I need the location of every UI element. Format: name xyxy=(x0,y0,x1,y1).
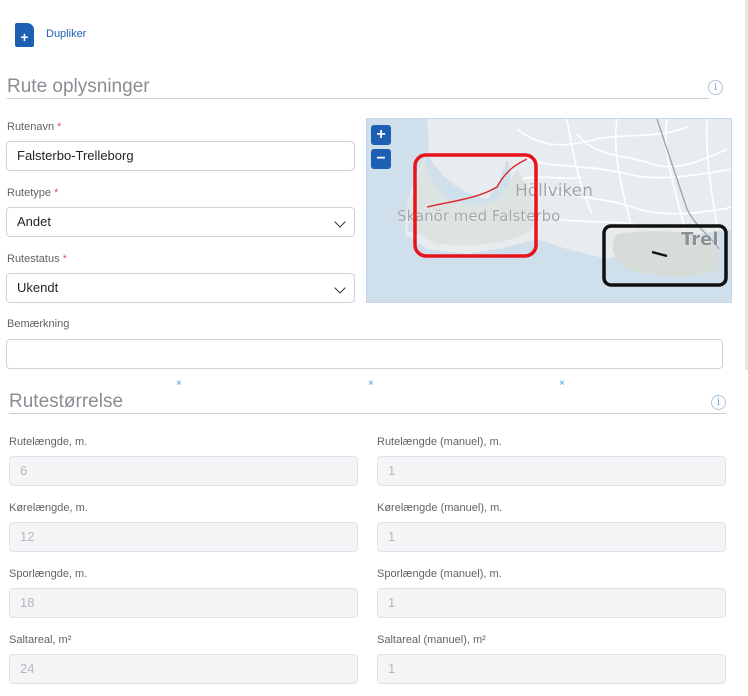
place-label-hollviken: Höllviken xyxy=(515,181,593,201)
track-length-field: 18 xyxy=(9,588,358,618)
close-icon[interactable]: × xyxy=(176,378,182,389)
place-label-trelleborg: Trel xyxy=(681,229,719,250)
info-icon[interactable]: i xyxy=(711,395,726,410)
track-length-manual-field: 1 xyxy=(377,588,726,618)
drive-length-manual-field: 1 xyxy=(377,522,726,552)
chevron-down-icon xyxy=(334,216,346,228)
salt-area-manual-label: Saltareal (manuel), m² xyxy=(377,634,486,646)
file-plus-icon[interactable]: + xyxy=(15,23,34,47)
close-icon[interactable]: × xyxy=(559,378,565,389)
section-divider xyxy=(7,98,709,99)
route-type-label: Rutetype * xyxy=(7,187,59,199)
remark-input[interactable] xyxy=(6,339,723,369)
close-icon[interactable]: × xyxy=(368,378,374,389)
route-name-label: Rutenavn * xyxy=(7,121,62,133)
map-canvas: Höllviken Skanör med Falsterbo Trel xyxy=(367,119,731,302)
route-length-manual-field: 1 xyxy=(377,456,726,486)
route-type-value: Andet xyxy=(17,214,51,229)
drive-length-manual-label: Kørelængde (manuel), m. xyxy=(377,502,503,514)
section-divider xyxy=(9,413,726,414)
route-length-manual-label: Rutelængde (manuel), m. xyxy=(377,436,502,448)
track-length-label: Sporlængde, m. xyxy=(9,568,88,580)
route-status-value: Ukendt xyxy=(17,280,59,295)
section-title-route-size: Rutestørrelse xyxy=(9,391,124,412)
remark-label: Bemærkning xyxy=(7,318,70,330)
salt-area-label: Saltareal, m² xyxy=(9,634,72,646)
route-type-select[interactable]: Andet xyxy=(6,207,355,237)
section-title-route-info: Rute oplysninger xyxy=(7,76,150,97)
salt-area-field: 24 xyxy=(9,654,358,684)
chevron-down-icon xyxy=(334,282,346,294)
zoom-out-button[interactable]: − xyxy=(371,149,391,169)
duplicate-button[interactable]: Dupliker xyxy=(46,28,86,40)
route-length-field: 6 xyxy=(9,456,358,486)
zoom-in-button[interactable]: + xyxy=(371,125,391,145)
route-map[interactable]: Höllviken Skanör med Falsterbo Trel + − xyxy=(366,118,732,303)
route-name-input[interactable]: Falsterbo-Trelleborg xyxy=(6,141,355,171)
info-icon[interactable]: i xyxy=(708,80,723,95)
salt-area-manual-field: 1 xyxy=(377,654,726,684)
drive-length-label: Kørelængde, m. xyxy=(9,502,88,514)
drive-length-field: 12 xyxy=(9,522,358,552)
track-length-manual-label: Sporlængde (manuel), m. xyxy=(377,568,502,580)
route-length-label: Rutelængde, m. xyxy=(9,436,88,448)
route-status-label: Rutestatus * xyxy=(7,253,67,265)
route-status-select[interactable]: Ukendt xyxy=(6,273,355,303)
